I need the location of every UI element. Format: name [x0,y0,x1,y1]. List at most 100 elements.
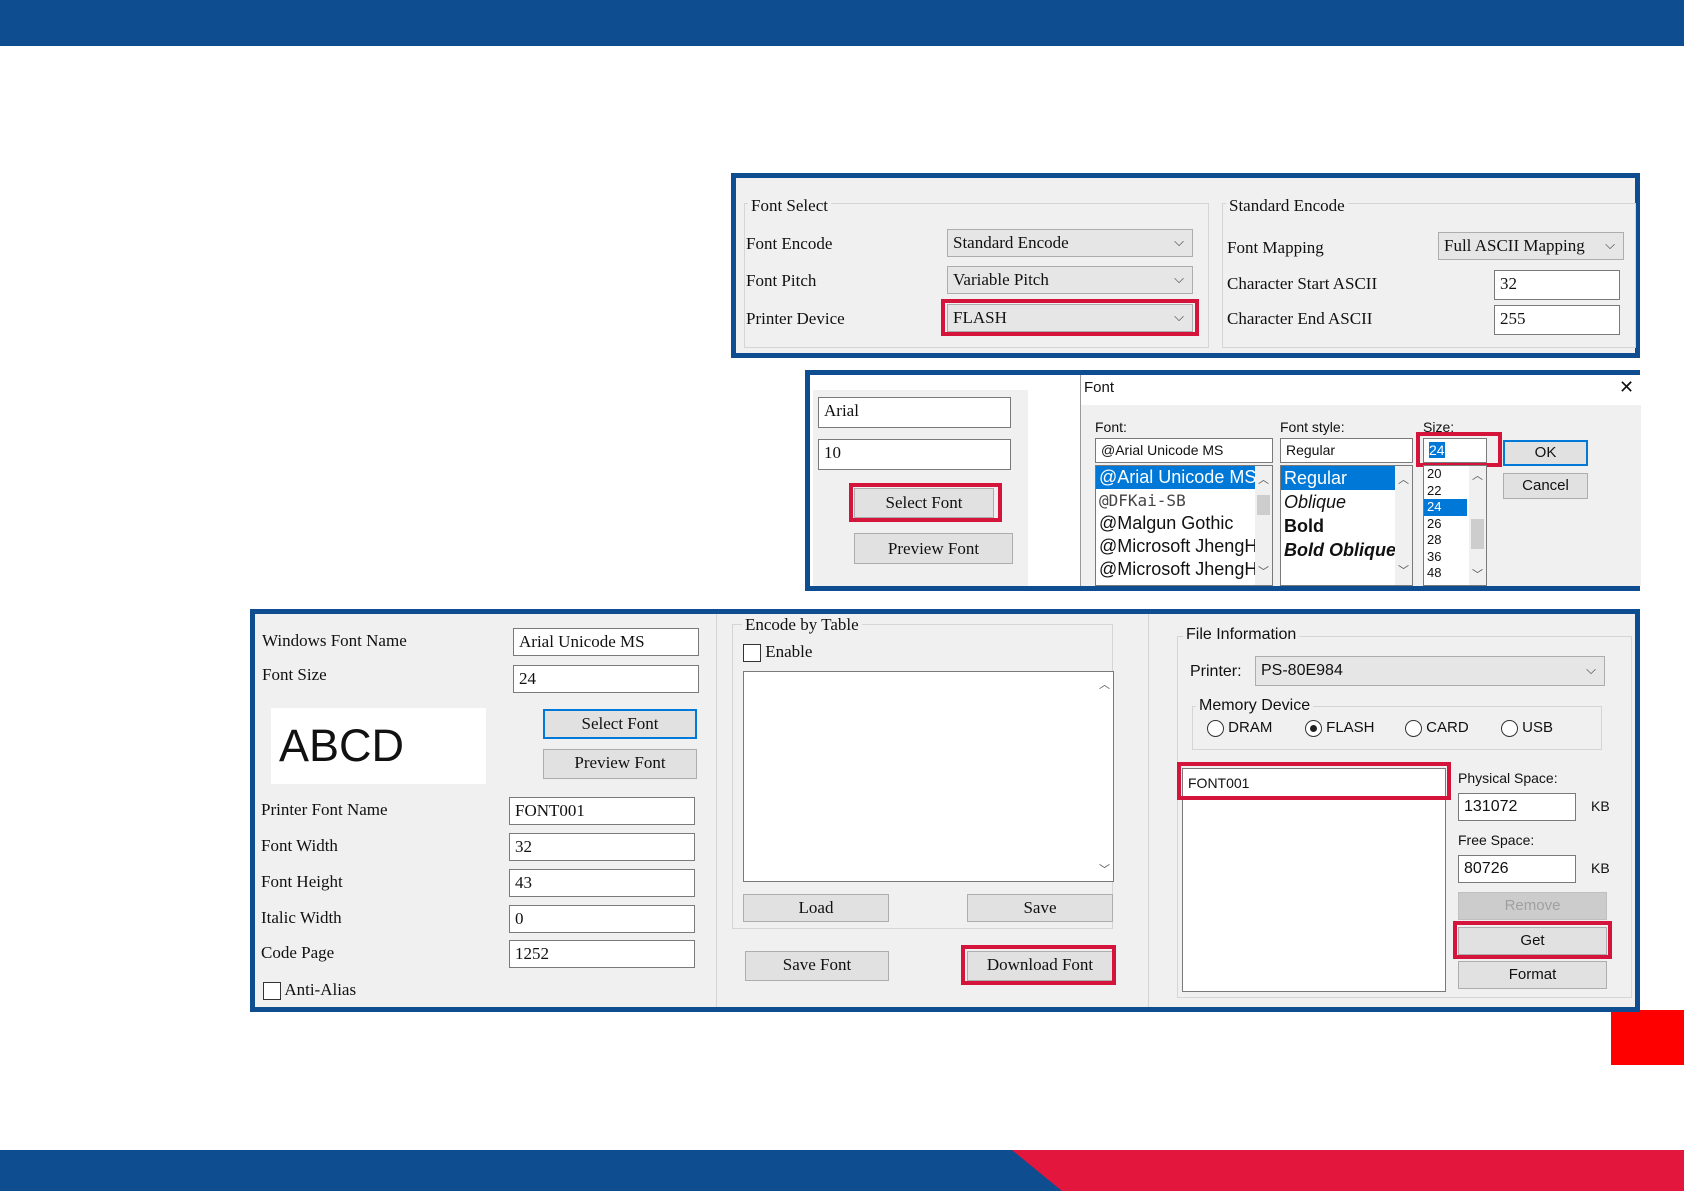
code-page-label: Code Page [261,943,335,962]
italic-width-label: Italic Width [261,908,342,927]
radio-icon[interactable] [1501,719,1518,737]
preview-text: ABCD [279,720,405,771]
radio-usb[interactable]: USB [1501,719,1553,737]
anti-alias-checkbox[interactable]: Anti-Alias [263,980,356,1001]
list-item[interactable]: @DFKai-SB [1096,489,1272,512]
font-size-input[interactable]: 24 [513,665,699,693]
font-encode-select[interactable]: Standard Encode ⌵ [947,229,1193,257]
font-encode-label: Font Encode [746,234,833,253]
font-pitch-select[interactable]: Variable Pitch ⌵ [947,266,1193,294]
checkbox-icon[interactable] [743,644,761,663]
bottom-banner [0,1150,1684,1191]
close-icon[interactable]: ✕ [1619,377,1634,398]
font-list[interactable]: @Arial Unicode MS @DFKai-SB @Malgun Goth… [1095,465,1273,586]
download-font-panel: Windows Font Name Arial Unicode MS Font … [250,609,1640,1012]
windows-font-name-input[interactable]: Arial Unicode MS [513,628,699,656]
remove-button[interactable]: Remove [1458,892,1607,920]
list-item[interactable]: @Microsoft JhengH [1096,558,1272,581]
char-start-input[interactable]: 32 [1494,270,1620,300]
save-font-button[interactable]: Save Font [745,951,889,981]
font-size-field[interactable]: 10 [818,439,1011,470]
top-banner [0,0,1684,46]
encode-by-table-title: Encode by Table [742,615,862,635]
ok-button[interactable]: OK [1503,440,1588,466]
radio-icon[interactable] [1405,719,1422,737]
font-name-input[interactable]: @Arial Unicode MS [1095,438,1273,463]
size-list-scrollbar[interactable]: ︿ ﹀ [1469,466,1486,585]
encode-table-textarea[interactable]: ︿ ﹀ [743,671,1114,882]
font-style-list[interactable]: Regular Oblique Bold Bold Oblique ︿ ﹀ [1280,465,1413,586]
chevron-down-icon: ⌵ [1174,272,1184,287]
radio-card[interactable]: CARD [1405,719,1469,737]
free-space-label: Free Space: [1458,832,1535,848]
printer-label: Printer: [1190,663,1242,680]
list-item[interactable]: Bold Oblique [1281,538,1412,562]
printer-select[interactable]: PS-80E984 ⌵ [1255,656,1605,686]
radio-usb-label: USB [1522,719,1554,736]
font-dialog-panel: Arial 10 Select Font Preview Font Font ✕… [805,370,1641,591]
preview-font-button[interactable]: Preview Font [543,749,697,779]
radio-dram-label: DRAM [1228,719,1273,736]
code-page-input[interactable]: 1252 [509,940,695,968]
chevron-down-icon: ⌵ [1174,235,1184,250]
file-list[interactable]: FONT001 [1182,768,1446,992]
radio-card-label: CARD [1426,719,1469,736]
middle-divider [716,614,717,1007]
radio-icon[interactable] [1207,719,1224,737]
font-preview: ABCD [271,708,486,784]
size-list[interactable]: 20 22 24 26 28 36 48 ︿ ﹀ [1423,465,1487,586]
font-select-title: Font Select [748,196,831,216]
select-font-button[interactable]: Select Font [543,709,697,739]
font-mapping-select[interactable]: Full ASCII Mapping ⌵ [1438,232,1624,260]
memory-device-title: Memory Device [1196,697,1314,715]
size-input[interactable]: 24 [1423,438,1487,463]
chevron-down-icon: ⌵ [1174,310,1184,325]
enable-label: Enable [765,642,813,661]
font-height-input[interactable]: 43 [509,869,695,897]
radio-dram[interactable]: DRAM [1207,719,1272,737]
get-button[interactable]: Get [1458,927,1607,955]
standard-encode-title: Standard Encode [1226,196,1348,216]
list-item[interactable]: Bold [1281,514,1412,538]
format-button[interactable]: Format [1458,961,1607,989]
download-font-button[interactable]: Download Font [967,951,1113,981]
style-list-scrollbar[interactable]: ︿ ﹀ [1395,466,1412,585]
italic-width-input[interactable]: 0 [509,905,695,933]
cancel-button[interactable]: Cancel [1503,473,1588,499]
font-list-scrollbar[interactable]: ︿ ﹀ [1255,466,1272,585]
printer-device-select[interactable]: FLASH ⌵ [947,304,1193,332]
select-font-button[interactable]: Select Font [854,488,994,518]
list-item[interactable]: Oblique [1281,490,1412,514]
save-button[interactable]: Save [967,894,1113,922]
radio-flash[interactable]: FLASH [1305,719,1375,737]
file-info-title: File Information [1183,626,1300,644]
physical-space-field: 131072 [1458,793,1576,821]
font-name-field[interactable]: Arial [818,397,1011,428]
char-end-input[interactable]: 255 [1494,305,1620,335]
physical-kb-unit: KB [1591,798,1610,814]
font-width-input[interactable]: 32 [509,833,695,861]
list-item[interactable]: @Microsoft JhengH [1096,535,1272,558]
list-item[interactable]: FONT001 [1183,769,1445,797]
radio-selected-icon[interactable] [1305,719,1322,737]
font-style-input[interactable]: Regular [1280,438,1413,463]
char-end-label: Character End ASCII [1227,309,1373,328]
encode-table-scrollbar[interactable]: ︿ ﹀ [1096,672,1113,881]
checkbox-icon[interactable] [263,982,281,1001]
printer-device-label: Printer Device [746,309,845,328]
list-item[interactable]: @Malgun Gothic [1096,512,1272,535]
list-item[interactable]: Regular [1281,466,1412,490]
radio-flash-label: FLASH [1326,719,1375,736]
printer-font-name-input[interactable]: FONT001 [509,797,695,825]
font-pitch-value: Variable Pitch [953,270,1049,289]
list-item[interactable]: 24 [1424,499,1467,516]
windows-font-name-label: Windows Font Name [262,631,407,650]
list-item[interactable]: @Arial Unicode MS [1096,466,1272,489]
size-label: Size: [1423,419,1455,435]
preview-font-button[interactable]: Preview Font [854,533,1013,564]
load-button[interactable]: Load [743,894,889,922]
printer-value: PS-80E984 [1261,662,1343,679]
printer-device-value: FLASH [953,308,1007,327]
enable-checkbox[interactable]: Enable [743,642,813,663]
font-encode-value: Standard Encode [953,233,1069,252]
